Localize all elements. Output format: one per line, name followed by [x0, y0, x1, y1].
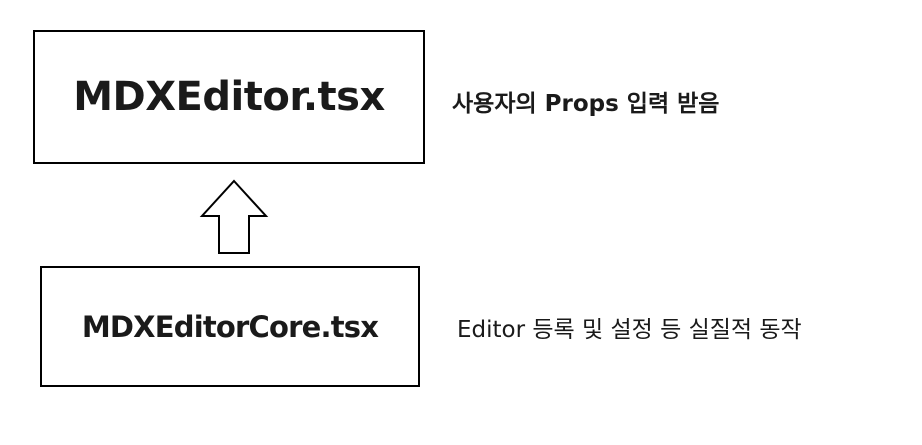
hollow-up-arrow-icon [199, 179, 269, 254]
mdxeditorcore-box-label: MDXEditorCore.tsx [81, 309, 379, 344]
mdxeditor-box-label: MDXEditor.tsx [73, 74, 385, 120]
mdxeditor-description: 사용자의 Props 입력 받음 [452, 91, 720, 117]
mdxeditorcore-description: Editor 등록 및 설정 등 실질적 동작 [457, 317, 802, 343]
mdxeditorcore-box: MDXEditorCore.tsx [40, 266, 420, 387]
diagram-canvas: MDXEditor.tsx 사용자의 Props 입력 받음 MDXEditor… [0, 0, 922, 445]
mdxeditor-box: MDXEditor.tsx [33, 30, 425, 164]
